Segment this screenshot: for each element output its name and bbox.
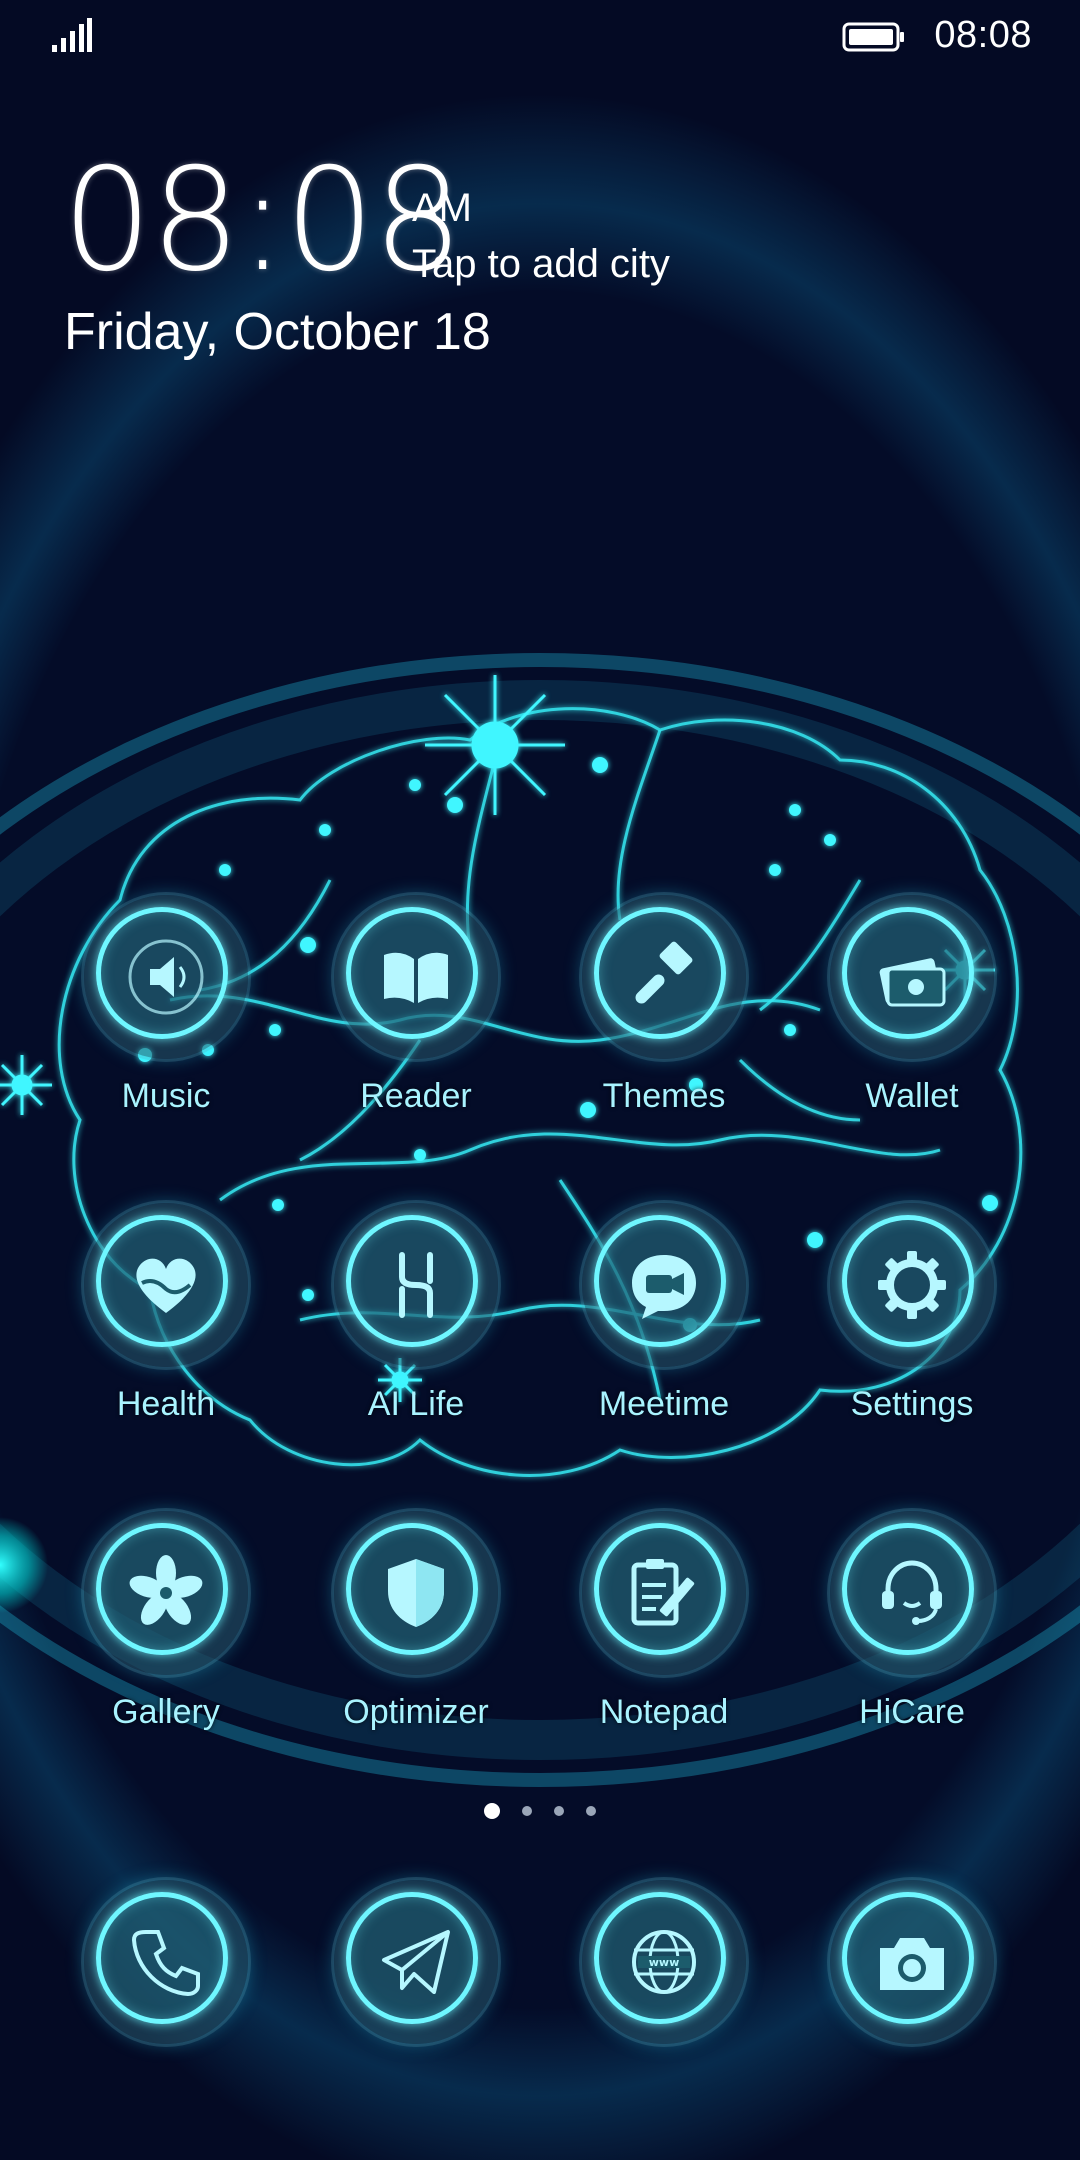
signal-icon [52,18,92,52]
app-label: Themes [602,1077,726,1115]
app-label: HiCare [859,1693,965,1731]
app-settings[interactable]: Settings [802,1203,1022,1473]
app-wallet[interactable]: Wallet [802,895,1022,1165]
app-optimizer[interactable]: Optimizer [306,1511,526,1781]
app-health[interactable]: Health [56,1203,276,1473]
page-dot-1[interactable] [484,1803,500,1819]
heart-icon [136,1258,196,1313]
globe-www-icon: www [632,1930,696,1994]
app-themes[interactable]: Themes [554,895,774,1165]
clock-date[interactable]: Friday, October 18 [64,302,491,362]
paintbrush-icon [635,941,693,1004]
clock-time[interactable]: 08:08 [62,150,463,292]
video-chat-icon [632,1255,696,1319]
music-speaker-icon [128,939,204,1015]
flower-icon [129,1555,203,1625]
phone-icon [131,1930,200,1997]
notepad-icon [631,1559,695,1626]
page-dot-2[interactable] [522,1806,532,1816]
camera-icon [880,1938,944,1990]
app-label: Meetime [598,1385,730,1423]
ai-life-icon [399,1252,433,1318]
www-text: www [649,1956,680,1969]
app-label: Optimizer [343,1693,489,1731]
page-indicator[interactable] [480,1800,620,1824]
dock-phone[interactable] [56,1880,276,2070]
app-gallery[interactable]: Gallery [56,1511,276,1781]
app-label: Reader [360,1077,472,1115]
status-bar: 08:08 [0,0,1080,72]
headset-icon [882,1560,942,1625]
app-label: Settings [850,1385,974,1423]
dock-browser[interactable]: www [554,1880,774,2070]
page-dot-3[interactable] [554,1806,564,1816]
app-hicare[interactable]: HiCare [802,1511,1022,1781]
dock-camera[interactable] [802,1880,1022,2070]
app-label: AI Life [367,1385,465,1423]
app-label: Music [121,1077,211,1115]
dock-messages[interactable] [306,1880,526,2070]
home-screen: 08:08 08:08 AM Tap to add city Friday, O… [0,0,1080,2160]
status-time: 08:08 [934,14,1032,56]
app-meetime[interactable]: Meetime [554,1203,774,1473]
send-icon [382,1930,450,1994]
clock-ampm: AM [412,186,472,230]
book-icon [384,952,448,1003]
gear-icon [878,1251,946,1319]
battery-icon [842,22,904,52]
shield-icon [388,1559,444,1627]
page-dot-4[interactable] [586,1806,596,1816]
app-music[interactable]: Music [56,895,276,1165]
app-label: Gallery [112,1693,220,1731]
app-ai-life[interactable]: AI Life [306,1203,526,1473]
wallet-icon [879,958,946,1007]
app-notepad[interactable]: Notepad [554,1511,774,1781]
clock-widget[interactable]: 08:08 AM Tap to add city Friday, October… [62,150,862,380]
app-reader[interactable]: Reader [306,895,526,1165]
add-city-link[interactable]: Tap to add city [412,242,670,287]
app-label: Notepad [599,1693,729,1731]
app-label: Wallet [865,1077,959,1115]
app-label: Health [116,1385,216,1423]
